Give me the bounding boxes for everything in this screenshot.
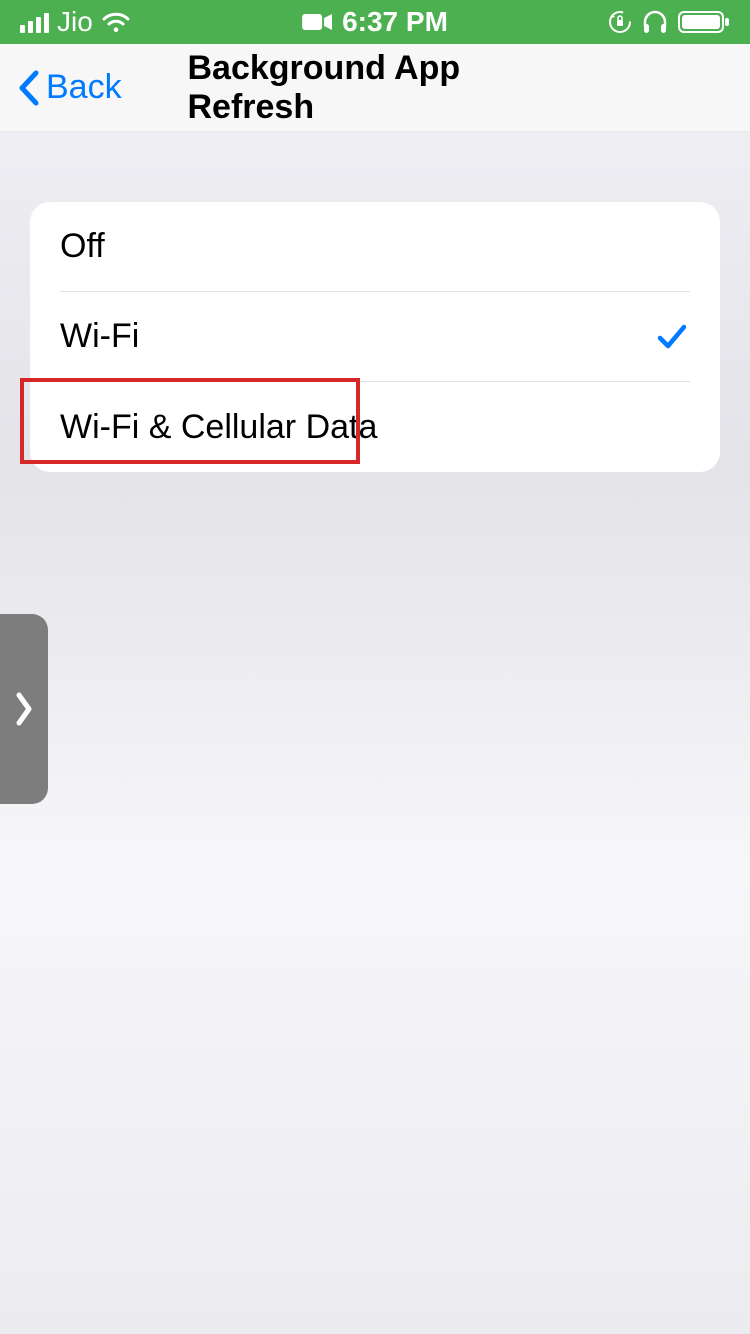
navigation-bar: Back Background App Refresh <box>0 44 750 132</box>
side-drawer-handle[interactable] <box>0 614 48 804</box>
wifi-icon <box>101 11 131 33</box>
carrier-label: Jio <box>57 6 93 38</box>
video-camera-icon <box>302 12 332 32</box>
status-time: 6:37 PM <box>342 6 448 38</box>
status-right <box>608 10 730 34</box>
options-group: Off Wi-Fi Wi-Fi & Cellular Data <box>30 202 720 472</box>
page-title: Background App Refresh <box>188 49 563 127</box>
option-off[interactable]: Off <box>30 202 720 292</box>
option-wifi-cellular[interactable]: Wi-Fi & Cellular Data <box>30 382 720 472</box>
chevron-left-icon <box>16 69 40 107</box>
rotation-lock-icon <box>608 10 632 34</box>
battery-icon <box>678 10 730 34</box>
status-bar: Jio 6:37 PM <box>0 0 750 44</box>
headphones-icon <box>642 10 668 34</box>
back-label: Back <box>46 68 122 107</box>
chevron-right-icon <box>14 689 34 729</box>
status-center: 6:37 PM <box>302 6 448 38</box>
option-wifi[interactable]: Wi-Fi <box>30 292 720 382</box>
option-label: Wi-Fi <box>60 317 139 356</box>
option-label: Off <box>60 227 105 266</box>
back-button[interactable]: Back <box>0 68 122 107</box>
content-area: Off Wi-Fi Wi-Fi & Cellular Data <box>0 132 750 472</box>
cellular-signal-icon <box>20 11 49 33</box>
checkmark-icon <box>654 319 690 355</box>
status-left: Jio <box>20 6 131 38</box>
option-label: Wi-Fi & Cellular Data <box>60 408 377 447</box>
